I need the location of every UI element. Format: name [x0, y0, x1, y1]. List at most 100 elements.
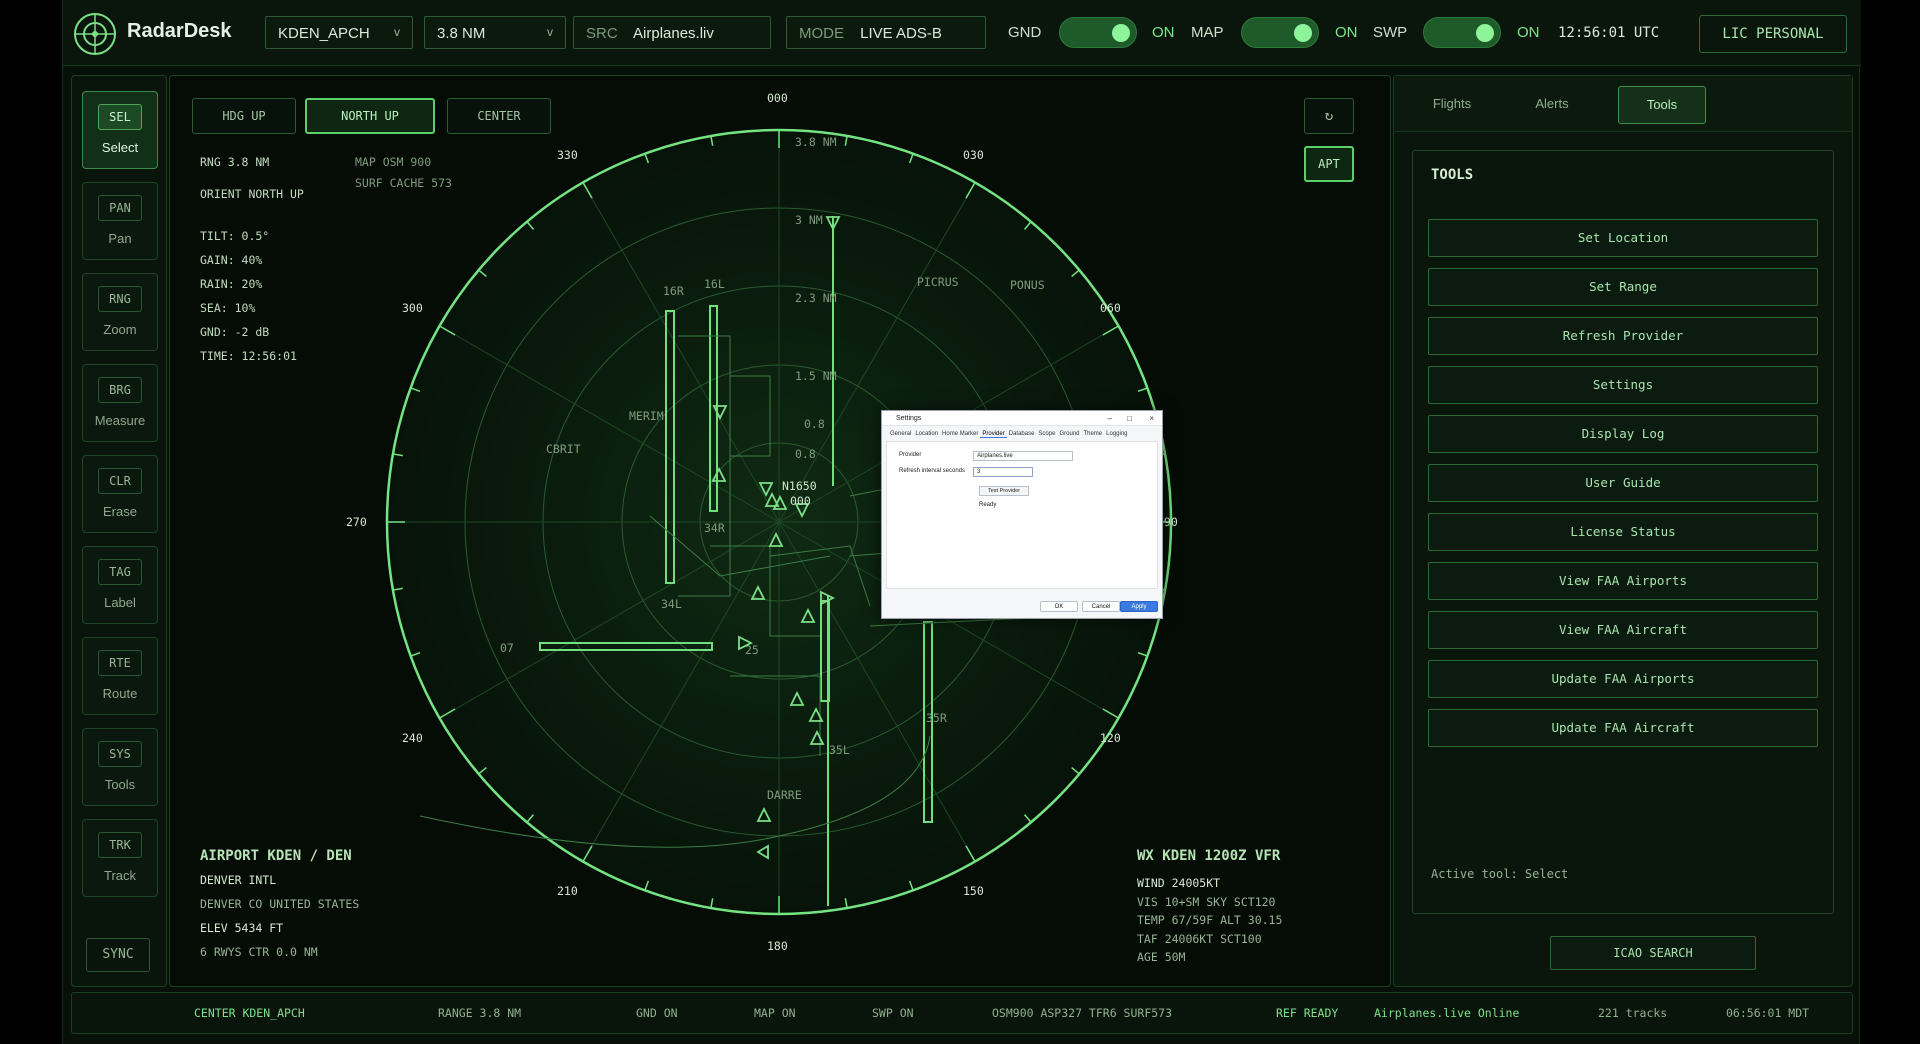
- gnd-toggle-state: ON: [1152, 24, 1175, 41]
- range-select[interactable]: 3.8 NM v: [424, 16, 566, 49]
- param-time: TIME: 12:56:01: [200, 349, 297, 363]
- dialog-tab-scope[interactable]: Scope: [1036, 431, 1057, 437]
- swp-toggle-label: SWP: [1373, 24, 1408, 41]
- apt-button[interactable]: APT: [1304, 146, 1354, 182]
- dialog-titlebar: Settings – □ ×: [882, 411, 1162, 426]
- dialog-tab-general[interactable]: General: [888, 431, 913, 437]
- status-map: MAP ON: [754, 1006, 796, 1020]
- view-faa-aircraft-button[interactable]: View FAA Aircraft: [1428, 611, 1818, 649]
- range-select-value: 3.8 NM: [437, 25, 486, 42]
- source-field[interactable]: SRC Airplanes.liv: [573, 16, 771, 49]
- tool-name: Track: [103, 868, 137, 883]
- map-label: 16R: [663, 284, 684, 298]
- settings-button[interactable]: Settings: [1428, 366, 1818, 404]
- airport-select-value: KDEN_APCH: [278, 25, 370, 42]
- map-label: 07: [500, 641, 514, 655]
- close-icon[interactable]: ×: [1149, 411, 1154, 426]
- tool-name: Route: [102, 686, 138, 701]
- mode-field[interactable]: MODE LIVE ADS-B: [786, 16, 986, 49]
- tools-heading: TOOLS: [1431, 167, 1474, 183]
- sync-button[interactable]: SYNC: [86, 938, 150, 972]
- user-guide-button[interactable]: User Guide: [1428, 464, 1818, 502]
- refresh-provider-button[interactable]: Refresh Provider: [1428, 317, 1818, 355]
- tool-pan-button[interactable]: PAN Pan: [82, 182, 158, 260]
- status-range: RANGE 3.8 NM: [438, 1006, 522, 1020]
- display-log-button[interactable]: Display Log: [1428, 415, 1818, 453]
- dialog-tab-ground[interactable]: Ground: [1057, 431, 1081, 437]
- swp-toggle[interactable]: [1423, 17, 1501, 48]
- dialog-tab-location[interactable]: Location: [913, 431, 940, 437]
- tools-section: TOOLS Set Location Set Range Refresh Pro…: [1412, 150, 1834, 914]
- tool-label-button[interactable]: TAG Label: [82, 546, 158, 624]
- settings-dialog: Settings – □ × General Location Home Marke…: [881, 410, 1163, 619]
- wx-temp: TEMP 67/59F ALT 30.15: [1137, 913, 1283, 927]
- gnd-toggle[interactable]: [1059, 17, 1137, 48]
- dialog-tab-logging[interactable]: Logging: [1104, 431, 1129, 437]
- north-up-button[interactable]: NORTH UP: [305, 98, 435, 134]
- refresh-label: Refresh interval seconds: [899, 468, 966, 474]
- tab-alerts[interactable]: Alerts: [1512, 86, 1592, 124]
- bearing-label: 150: [963, 884, 984, 898]
- tab-flights[interactable]: Flights: [1412, 86, 1492, 124]
- bearing-label: 330: [557, 148, 578, 162]
- update-faa-aircraft-button[interactable]: Update FAA Aircraft: [1428, 709, 1818, 747]
- minimize-icon[interactable]: –: [1108, 411, 1112, 426]
- hdg-up-button[interactable]: HDG UP: [192, 98, 296, 134]
- airport-location: DENVER CO UNITED STATES: [200, 897, 360, 911]
- tool-route-button[interactable]: RTE Route: [82, 637, 158, 715]
- ok-button[interactable]: OK: [1040, 601, 1078, 612]
- bearing-label: 270: [346, 515, 367, 529]
- set-range-button[interactable]: Set Range: [1428, 268, 1818, 306]
- tab-tools[interactable]: Tools: [1618, 86, 1706, 124]
- map-toggle[interactable]: [1241, 17, 1319, 48]
- panel-tabs: Flights Alerts Tools: [1394, 76, 1852, 132]
- utc-clock: 12:56:01 UTC: [1558, 25, 1660, 41]
- set-location-button[interactable]: Set Location: [1428, 219, 1818, 257]
- update-faa-airports-button[interactable]: Update FAA Airports: [1428, 660, 1818, 698]
- license-button[interactable]: LIC PERSONAL: [1699, 15, 1847, 53]
- view-faa-airports-button[interactable]: View FAA Airports: [1428, 562, 1818, 600]
- refresh-icon[interactable]: ↻: [1304, 98, 1354, 134]
- map-label: MERIM: [629, 409, 664, 423]
- dialog-body: Provider Airplanes.live Refresh interval…: [886, 441, 1158, 589]
- refresh-interval-spinner[interactable]: 3: [973, 467, 1033, 477]
- dialog-tab-home-marker[interactable]: Home Marker: [940, 431, 980, 437]
- map-label: CBRIT: [546, 442, 581, 456]
- tool-tools-button[interactable]: SYS Tools: [82, 728, 158, 806]
- tool-track-button[interactable]: TRK Track: [82, 819, 158, 897]
- test-provider-button[interactable]: Test Provider: [979, 486, 1029, 496]
- cancel-button[interactable]: Cancel: [1082, 601, 1120, 612]
- range-ring-label: 3 NM: [795, 213, 823, 227]
- swp-toggle-state: ON: [1517, 24, 1540, 41]
- bearing-label: 180: [767, 939, 788, 953]
- airport-info: DENVER INTL DENVER CO UNITED STATES ELEV…: [200, 868, 359, 964]
- status-tracks: 221 tracks: [1598, 1006, 1668, 1020]
- dialog-tab-theme[interactable]: Theme: [1081, 431, 1104, 437]
- airport-name: DENVER INTL: [200, 873, 277, 887]
- tool-code: RNG: [98, 286, 142, 312]
- range-ring-label: 0.8: [795, 447, 816, 461]
- tool-zoom-button[interactable]: RNG Zoom: [82, 273, 158, 351]
- dialog-tab-database[interactable]: Database: [1007, 431, 1037, 437]
- status-provider: Airplanes.live Online: [1374, 1006, 1520, 1020]
- airport-select[interactable]: KDEN_APCH v: [265, 16, 413, 49]
- tool-name: Measure: [94, 413, 146, 428]
- tool-code: TAG: [98, 559, 142, 585]
- status-bar: CENTER KDEN_APCH RANGE 3.8 NM GND ON MAP…: [71, 992, 1853, 1034]
- status-ref: REF READY: [1276, 1006, 1339, 1020]
- provider-select[interactable]: Airplanes.live: [973, 451, 1073, 461]
- app-window: RadarDesk KDEN_APCH v 3.8 NM v SRC Airpl…: [62, 0, 1861, 1044]
- tool-measure-button[interactable]: BRG Measure: [82, 364, 158, 442]
- tool-select-button[interactable]: SEL Select: [82, 91, 158, 169]
- maximize-icon[interactable]: □: [1127, 411, 1132, 426]
- center-button[interactable]: CENTER: [447, 98, 551, 134]
- tool-code: SYS: [98, 741, 142, 767]
- icao-search-button[interactable]: ICAO SEARCH: [1550, 936, 1756, 970]
- tool-erase-button[interactable]: CLR Erase: [82, 455, 158, 533]
- license-status-button[interactable]: License Status: [1428, 513, 1818, 551]
- map-toggle-state: ON: [1335, 24, 1358, 41]
- dialog-tab-provider[interactable]: Provider: [980, 431, 1007, 438]
- status-center: CENTER KDEN_APCH: [194, 1006, 305, 1020]
- apply-button[interactable]: Apply: [1120, 601, 1158, 612]
- tool-name: Pan: [108, 231, 132, 246]
